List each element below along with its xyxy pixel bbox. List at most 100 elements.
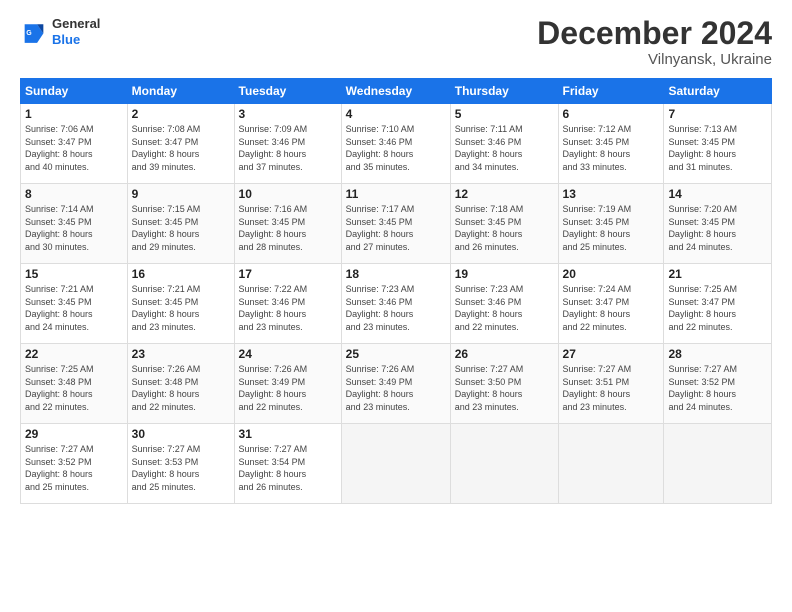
calendar-cell: 11 Sunrise: 7:17 AM Sunset: 3:45 PM Dayli… (341, 184, 450, 264)
day-info: Sunrise: 7:27 AM Sunset: 3:52 PM Dayligh… (25, 443, 123, 493)
day-number: 12 (455, 187, 554, 201)
week-row-1: 1Sunrise: 7:06 AM Sunset: 3:47 PM Daylig… (21, 104, 772, 184)
calendar-cell (450, 424, 558, 504)
calendar-cell: 2 Sunrise: 7:08 AM Sunset: 3:47 PM Daylig… (127, 104, 234, 184)
calendar-cell: 17 Sunrise: 7:22 AM Sunset: 3:46 PM Dayli… (234, 264, 341, 344)
day-number: 20 (563, 267, 660, 281)
logo-icon: G (20, 18, 48, 46)
day-number: 16 (132, 267, 230, 281)
calendar-cell: 31Sunrise: 7:27 AM Sunset: 3:54 PM Dayli… (234, 424, 341, 504)
calendar: SundayMondayTuesdayWednesdayThursdayFrid… (20, 78, 772, 504)
day-info: Sunrise: 7:19 AM Sunset: 3:45 PM Dayligh… (563, 203, 660, 253)
page: G General Blue December 2024 Vilnyansk, … (0, 0, 792, 612)
day-info: Sunrise: 7:20 AM Sunset: 3:45 PM Dayligh… (668, 203, 767, 253)
calendar-cell: 9 Sunrise: 7:15 AM Sunset: 3:45 PM Daylig… (127, 184, 234, 264)
logo-text: General Blue (52, 16, 100, 47)
day-number: 14 (668, 187, 767, 201)
title-block: December 2024 Vilnyansk, Ukraine (537, 16, 772, 68)
day-number: 25 (346, 347, 446, 361)
day-number: 7 (668, 107, 767, 121)
day-info: Sunrise: 7:27 AM Sunset: 3:52 PM Dayligh… (668, 363, 767, 413)
day-info: Sunrise: 7:26 AM Sunset: 3:48 PM Dayligh… (132, 363, 230, 413)
logo-blue: Blue (52, 32, 80, 47)
day-info: Sunrise: 7:25 AM Sunset: 3:48 PM Dayligh… (25, 363, 123, 413)
day-info: Sunrise: 7:22 AM Sunset: 3:46 PM Dayligh… (239, 283, 337, 333)
calendar-cell: 6 Sunrise: 7:12 AM Sunset: 3:45 PM Daylig… (558, 104, 664, 184)
calendar-cell: 21Sunrise: 7:25 AM Sunset: 3:47 PM Dayli… (664, 264, 772, 344)
calendar-cell: 13Sunrise: 7:19 AM Sunset: 3:45 PM Dayli… (558, 184, 664, 264)
day-info: Sunrise: 7:12 AM Sunset: 3:45 PM Dayligh… (563, 123, 660, 173)
day-number: 8 (25, 187, 123, 201)
day-info: Sunrise: 7:23 AM Sunset: 3:46 PM Dayligh… (455, 283, 554, 333)
day-info: Sunrise: 7:18 AM Sunset: 3:45 PM Dayligh… (455, 203, 554, 253)
week-row-2: 8 Sunrise: 7:14 AM Sunset: 3:45 PM Daylig… (21, 184, 772, 264)
calendar-cell: 8 Sunrise: 7:14 AM Sunset: 3:45 PM Daylig… (21, 184, 128, 264)
day-info: Sunrise: 7:10 AM Sunset: 3:46 PM Dayligh… (346, 123, 446, 173)
calendar-cell (341, 424, 450, 504)
calendar-cell: 30Sunrise: 7:27 AM Sunset: 3:53 PM Dayli… (127, 424, 234, 504)
calendar-cell: 14 Sunrise: 7:20 AM Sunset: 3:45 PM Dayli… (664, 184, 772, 264)
calendar-cell: 25Sunrise: 7:26 AM Sunset: 3:49 PM Dayli… (341, 344, 450, 424)
day-number: 11 (346, 187, 446, 201)
day-info: Sunrise: 7:11 AM Sunset: 3:46 PM Dayligh… (455, 123, 554, 173)
calendar-cell: 18 Sunrise: 7:23 AM Sunset: 3:46 PM Dayli… (341, 264, 450, 344)
calendar-cell: 19Sunrise: 7:23 AM Sunset: 3:46 PM Dayli… (450, 264, 558, 344)
calendar-cell: 15 Sunrise: 7:21 AM Sunset: 3:45 PM Dayli… (21, 264, 128, 344)
day-info: Sunrise: 7:15 AM Sunset: 3:45 PM Dayligh… (132, 203, 230, 253)
calendar-cell: 12 Sunrise: 7:18 AM Sunset: 3:45 PM Dayli… (450, 184, 558, 264)
calendar-cell: 26Sunrise: 7:27 AM Sunset: 3:50 PM Dayli… (450, 344, 558, 424)
day-number: 17 (239, 267, 337, 281)
day-info: Sunrise: 7:27 AM Sunset: 3:53 PM Dayligh… (132, 443, 230, 493)
subtitle: Vilnyansk, Ukraine (537, 51, 772, 68)
day-info: Sunrise: 7:21 AM Sunset: 3:45 PM Dayligh… (132, 283, 230, 333)
day-info: Sunrise: 7:23 AM Sunset: 3:46 PM Dayligh… (346, 283, 446, 333)
weekday-header-friday: Friday (558, 79, 664, 104)
day-number: 10 (239, 187, 337, 201)
day-info: Sunrise: 7:13 AM Sunset: 3:45 PM Dayligh… (668, 123, 767, 173)
calendar-cell: 23Sunrise: 7:26 AM Sunset: 3:48 PM Dayli… (127, 344, 234, 424)
day-number: 2 (132, 107, 230, 121)
calendar-body: 1Sunrise: 7:06 AM Sunset: 3:47 PM Daylig… (21, 104, 772, 504)
day-number: 31 (239, 427, 337, 441)
week-row-5: 29 Sunrise: 7:27 AM Sunset: 3:52 PM Dayli… (21, 424, 772, 504)
calendar-cell (664, 424, 772, 504)
day-info: Sunrise: 7:24 AM Sunset: 3:47 PM Dayligh… (563, 283, 660, 333)
day-number: 4 (346, 107, 446, 121)
day-info: Sunrise: 7:21 AM Sunset: 3:45 PM Dayligh… (25, 283, 123, 333)
day-info: Sunrise: 7:08 AM Sunset: 3:47 PM Dayligh… (132, 123, 230, 173)
day-number: 15 (25, 267, 123, 281)
day-number: 3 (239, 107, 337, 121)
calendar-cell: 5Sunrise: 7:11 AM Sunset: 3:46 PM Daylig… (450, 104, 558, 184)
weekday-header-monday: Monday (127, 79, 234, 104)
svg-text:G: G (26, 30, 32, 37)
day-number: 21 (668, 267, 767, 281)
day-number: 28 (668, 347, 767, 361)
day-info: Sunrise: 7:17 AM Sunset: 3:45 PM Dayligh… (346, 203, 446, 253)
day-number: 24 (239, 347, 337, 361)
week-row-4: 22 Sunrise: 7:25 AM Sunset: 3:48 PM Dayli… (21, 344, 772, 424)
calendar-cell: 27Sunrise: 7:27 AM Sunset: 3:51 PM Dayli… (558, 344, 664, 424)
weekday-header-saturday: Saturday (664, 79, 772, 104)
logo-line1: General (52, 16, 100, 32)
day-info: Sunrise: 7:27 AM Sunset: 3:51 PM Dayligh… (563, 363, 660, 413)
calendar-cell: 3Sunrise: 7:09 AM Sunset: 3:46 PM Daylig… (234, 104, 341, 184)
day-info: Sunrise: 7:14 AM Sunset: 3:45 PM Dayligh… (25, 203, 123, 253)
day-number: 29 (25, 427, 123, 441)
calendar-cell: 1Sunrise: 7:06 AM Sunset: 3:47 PM Daylig… (21, 104, 128, 184)
day-number: 22 (25, 347, 123, 361)
week-row-3: 15 Sunrise: 7:21 AM Sunset: 3:45 PM Dayli… (21, 264, 772, 344)
calendar-header: SundayMondayTuesdayWednesdayThursdayFrid… (21, 79, 772, 104)
day-number: 9 (132, 187, 230, 201)
day-number: 6 (563, 107, 660, 121)
calendar-cell: 29 Sunrise: 7:27 AM Sunset: 3:52 PM Dayli… (21, 424, 128, 504)
logo: G General Blue (20, 16, 100, 47)
weekday-header-thursday: Thursday (450, 79, 558, 104)
weekday-header-wednesday: Wednesday (341, 79, 450, 104)
day-number: 18 (346, 267, 446, 281)
day-info: Sunrise: 7:06 AM Sunset: 3:47 PM Dayligh… (25, 123, 123, 173)
calendar-cell: 24Sunrise: 7:26 AM Sunset: 3:49 PM Dayli… (234, 344, 341, 424)
calendar-cell: 22 Sunrise: 7:25 AM Sunset: 3:48 PM Dayli… (21, 344, 128, 424)
calendar-cell: 16 Sunrise: 7:21 AM Sunset: 3:45 PM Dayli… (127, 264, 234, 344)
month-title: December 2024 (537, 16, 772, 51)
day-number: 26 (455, 347, 554, 361)
